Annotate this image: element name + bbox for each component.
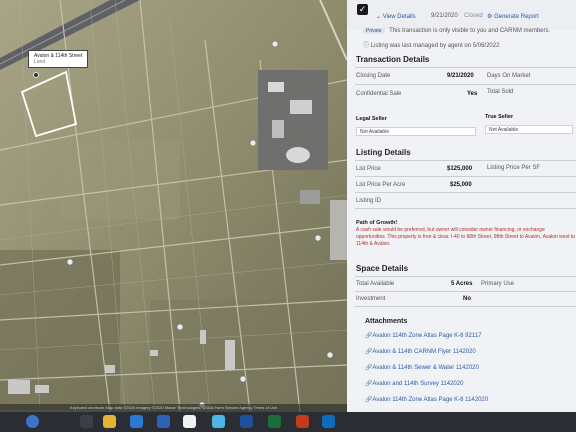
list-price-label: List Price — [356, 166, 381, 172]
listing-id-label: Listing ID — [356, 198, 382, 204]
list-price-acre-label: List Price Per Acre — [356, 182, 406, 188]
attachment-link[interactable]: 🔗 Avalon & 114th CARNM Flyer 1142020 — [365, 348, 476, 355]
view-details-label: View Details — [382, 14, 416, 20]
attachment-label: Avalon and 114th Survey 1142020 — [372, 381, 464, 387]
word-icon[interactable] — [240, 415, 253, 428]
panel-header: ✓ ⌄ View Details 9/21/2020 Closed ⚙ Gene… — [347, 0, 576, 30]
divider — [355, 306, 576, 307]
private-note-text: This transaction is only visible to you … — [389, 28, 551, 34]
attachment-label: Avalon & 114th Sewer & Water 1142020 — [372, 365, 479, 371]
attachment-link[interactable]: 🔗 Avalon 114th Zone Atlas Page K-8 92117 — [365, 332, 481, 339]
closing-date-label: Closing Date — [356, 73, 391, 79]
status-text: Closed — [464, 13, 483, 19]
folder-icon[interactable] — [103, 415, 116, 428]
divider — [355, 160, 576, 161]
closing-date-value: 9/21/2020 — [447, 73, 474, 79]
attachment-label: Avalon 114th Zone Atlas Page K-8 1142020 — [372, 397, 489, 403]
true-seller-field[interactable]: Not Available — [485, 125, 573, 134]
powerpoint-icon[interactable] — [296, 415, 309, 428]
divider — [355, 208, 576, 209]
outlook-icon[interactable] — [322, 415, 335, 428]
paperclip-icon: 🔗 — [365, 349, 373, 355]
satellite-map[interactable]: Avalon & 114th Street Land Keyboard shor… — [0, 0, 347, 412]
paperclip-icon: 🔗 — [365, 333, 373, 339]
confidential-label: Confidential Sale — [356, 91, 402, 97]
investment-label: Investment — [356, 296, 386, 302]
list-price-sf-label: Listing Price Per SF — [487, 165, 541, 171]
divider — [355, 67, 576, 68]
store-icon[interactable] — [130, 415, 143, 428]
os-taskbar — [0, 412, 576, 432]
attachment-label: Avalon & 114th CARNM Flyer 1142020 — [372, 349, 476, 355]
attachment-link[interactable]: 🔗 Avalon and 114th Survey 1142020 — [365, 380, 463, 387]
description-title: Path of Growth! — [356, 220, 398, 226]
transaction-date: 9/21/2020 — [431, 13, 458, 19]
managed-note-text: Listing was last managed by agent on 5/0… — [370, 43, 500, 49]
report-icon: ⚙ — [487, 14, 493, 20]
generate-report-button[interactable]: ⚙ Generate Report — [487, 13, 539, 20]
managed-note: ⓘ Listing was last managed by agent on 5… — [363, 40, 499, 49]
divider — [355, 84, 576, 85]
chrome-icon[interactable] — [183, 415, 196, 428]
legal-seller-field[interactable]: Not Available — [356, 127, 476, 136]
private-note: Private This transaction is only visible… — [363, 28, 550, 34]
total-available-value: 5 Acres — [451, 281, 473, 287]
map-label-subtitle: Land — [34, 59, 46, 65]
divider — [355, 291, 576, 292]
confidential-value: Yes — [467, 91, 478, 97]
attachment-link[interactable]: 🔗 Avalon 114th Zone Atlas Page K-8 11420… — [365, 396, 488, 403]
total-available-label: Total Available — [356, 281, 395, 287]
map-parcel-label[interactable]: Avalon & 114th Street Land — [28, 50, 89, 68]
chevron-down-icon: ⌄ — [376, 14, 382, 20]
transaction-details-heading: Transaction Details — [356, 55, 430, 64]
divider — [355, 176, 576, 177]
mail-icon[interactable] — [157, 415, 170, 428]
paperclip-icon: 🔗 — [365, 381, 373, 387]
divider — [355, 276, 576, 277]
browser-icon[interactable] — [26, 415, 39, 428]
excel-icon[interactable] — [268, 415, 281, 428]
investment-value: No — [463, 296, 471, 302]
app-icon[interactable] — [212, 415, 225, 428]
attachment-label: Avalon 114th Zone Atlas Page K-8 92117 — [372, 333, 482, 339]
private-badge: Private — [363, 28, 385, 34]
attachments-heading: Attachments — [365, 318, 408, 325]
details-panel: ✓ ⌄ View Details 9/21/2020 Closed ⚙ Gene… — [347, 0, 576, 412]
map-pin — [33, 72, 39, 78]
divider — [355, 192, 576, 193]
total-sold-label: Total Sold — [487, 89, 514, 95]
attachment-link[interactable]: 🔗 Avalon & 114th Sewer & Water 1142020 — [365, 364, 479, 371]
listing-description: Path of Growth! A cash sale would be pre… — [356, 220, 576, 248]
map-attribution: Keyboard shortcuts Map data ©2020 Imager… — [0, 404, 347, 412]
taskview-icon[interactable] — [80, 415, 93, 428]
view-details-link[interactable]: ⌄ View Details — [376, 13, 416, 20]
list-price-acre-value: $25,000 — [450, 182, 472, 188]
listing-details-heading: Listing Details — [356, 148, 411, 157]
generate-report-label: Generate Report — [494, 14, 539, 20]
select-checkbox[interactable]: ✓ — [357, 4, 368, 15]
info-icon: ⓘ — [363, 43, 370, 49]
description-text: A cash sale would be preferred, but owne… — [356, 227, 576, 247]
primary-use-label: Primary Use — [481, 281, 515, 287]
list-price-value: $125,000 — [447, 166, 473, 172]
legal-seller-label: Legal Seller — [356, 116, 387, 122]
true-seller-label: True Seller — [485, 114, 514, 120]
paperclip-icon: 🔗 — [365, 397, 373, 403]
days-on-market-label: Days On Market — [487, 73, 531, 79]
paperclip-icon: 🔗 — [365, 365, 373, 371]
space-details-heading: Space Details — [356, 264, 409, 273]
monitor-screen: Avalon & 114th Street Land Keyboard shor… — [0, 0, 576, 412]
